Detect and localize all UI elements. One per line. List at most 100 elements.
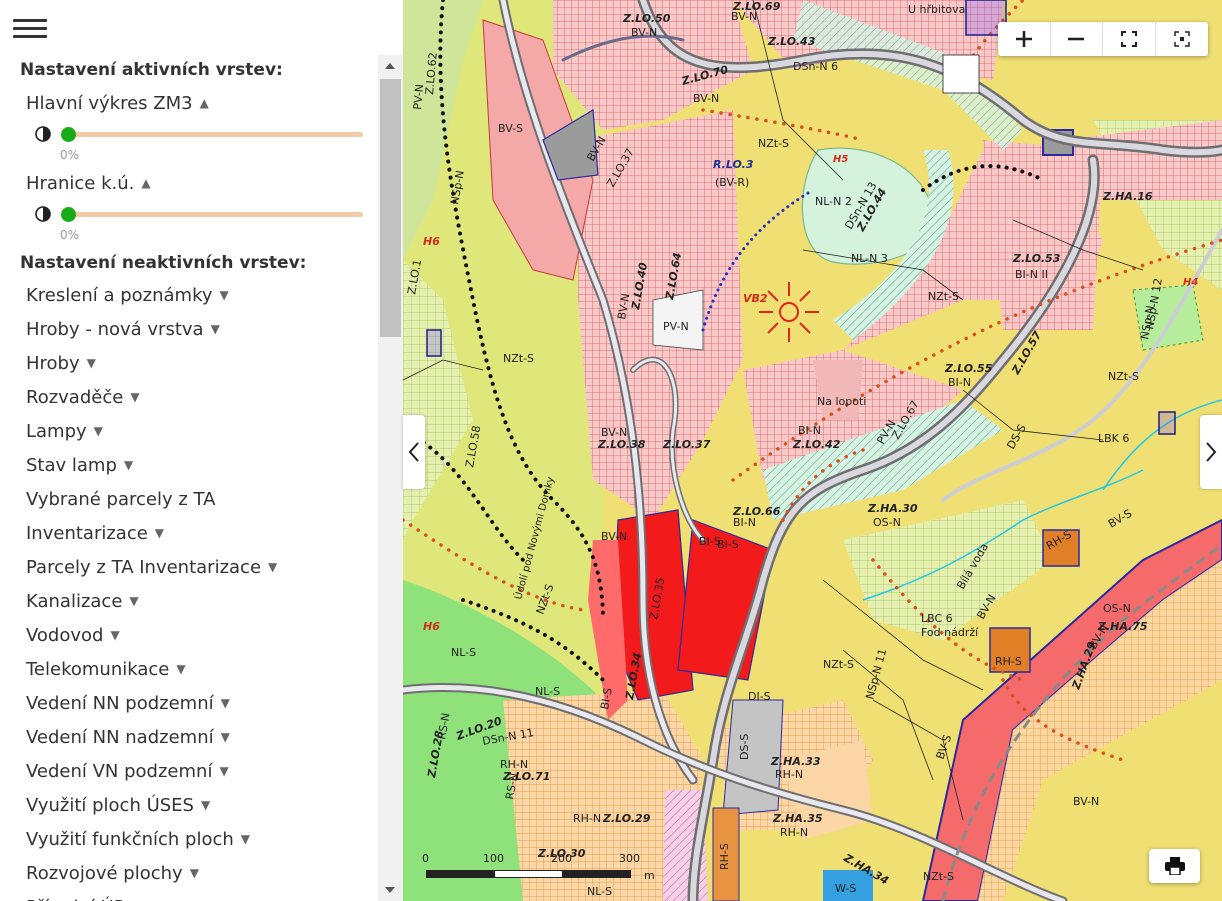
inactive-layer-item[interactable]: Parcely z TA Inventarizace ▼ (26, 557, 277, 578)
svg-text:BV-N: BV-N (1073, 795, 1099, 808)
scroll-down-icon[interactable] (385, 887, 395, 893)
scale-tick: 200 (551, 852, 572, 865)
svg-text:NZt-S: NZt-S (1108, 370, 1139, 383)
svg-text:Z.HA.30: Z.HA.30 (867, 502, 918, 515)
inactive-layer-item[interactable]: Vedení NN nadzemní ▼ (26, 727, 230, 748)
caret-down-icon[interactable]: ▼ (129, 594, 138, 608)
previous-button[interactable] (403, 415, 425, 489)
caret-down-icon[interactable]: ▼ (268, 560, 277, 574)
inactive-layer-item[interactable]: Využití funkčních ploch ▼ (26, 829, 250, 850)
active-layer-cadastral-boundary[interactable]: Hranice k.ú. ▲ (26, 173, 151, 194)
active-layers-title: Nastavení aktivních vrstev: (20, 60, 283, 80)
layer-panel: Nastavení aktivních vrstev: Hlavní výkre… (0, 0, 403, 901)
inactive-layer-item[interactable]: Vedení NN podzemní ▼ (26, 693, 230, 714)
zoom-in-button[interactable] (998, 22, 1051, 56)
opacity-control: 0% (34, 202, 363, 242)
svg-text:BI-N II: BI-N II (1015, 268, 1048, 281)
inactive-layer-item[interactable]: Vodovod ▼ (26, 625, 120, 646)
svg-text:Z.LO.50: Z.LO.50 (622, 12, 671, 25)
caret-down-icon[interactable]: ▼ (211, 322, 220, 336)
svg-text:Z.LO.42: Z.LO.42 (792, 438, 841, 451)
svg-text:DI-S: DI-S (748, 690, 771, 703)
caret-down-icon[interactable]: ▼ (110, 628, 119, 642)
caret-down-icon[interactable]: ▼ (176, 662, 185, 676)
scroll-up-icon[interactable] (385, 63, 395, 69)
inactive-layers-title: Nastavení neaktivních vrstev: (20, 253, 307, 273)
scale-unit: m (644, 869, 655, 882)
fullscreen-button[interactable] (1103, 22, 1156, 56)
opacity-slider[interactable] (61, 207, 363, 222)
inactive-layer-item[interactable]: Lampy ▼ (26, 421, 103, 442)
inactive-layer-item[interactable]: Vedení VN podzemní ▼ (26, 761, 229, 782)
scale-segment (563, 870, 631, 878)
panel-scrollbar[interactable] (378, 55, 403, 901)
caret-down-icon[interactable]: ▼ (155, 526, 164, 540)
inactive-layer-item[interactable]: Hroby ▼ (26, 353, 96, 374)
print-button[interactable] (1149, 849, 1200, 883)
layer-label: Parcely z TA Inventarizace (26, 557, 262, 578)
svg-text:R.LO.3: R.LO.3 (713, 158, 754, 171)
svg-text:NZt-S: NZt-S (503, 352, 534, 365)
svg-text:RH-S: RH-S (995, 655, 1022, 668)
svg-text:DSn-N 6: DSn-N 6 (793, 60, 838, 73)
caret-up-icon[interactable]: ▲ (141, 176, 150, 190)
layer-label: Hlavní výkres ZM3 (26, 93, 193, 114)
svg-text:H5: H5 (833, 154, 848, 165)
caret-down-icon[interactable]: ▼ (130, 390, 139, 404)
minus-icon (1068, 37, 1085, 41)
inactive-layer-item[interactable]: Telekomunikace ▼ (26, 659, 186, 680)
caret-down-icon[interactable]: ▼ (219, 764, 228, 778)
svg-text:VB2: VB2 (743, 292, 768, 305)
layer-label: Telekomunikace (26, 659, 170, 680)
active-layer-main-drawing[interactable]: Hlavní výkres ZM3 ▲ (26, 93, 209, 114)
inactive-layer-item[interactable]: Hroby - nová vrstva ▼ (26, 319, 220, 340)
opacity-slider-knob[interactable] (61, 127, 76, 142)
caret-up-icon[interactable]: ▲ (200, 96, 209, 110)
opacity-slider[interactable] (61, 127, 363, 142)
layer-label: Vedení NN podzemní (26, 693, 214, 714)
caret-down-icon[interactable]: ▼ (221, 730, 230, 744)
svg-text:H6: H6 (423, 235, 440, 248)
menu-icon[interactable] (13, 16, 47, 42)
map-toolbar (998, 22, 1208, 56)
inactive-layer-item[interactable]: Kanalizace ▼ (26, 591, 139, 612)
inactive-layer-item[interactable]: Stav lamp ▼ (26, 455, 133, 476)
svg-text:Na lopoti: Na lopoti (817, 395, 866, 408)
inactive-layer-item[interactable]: Kreslení a poznámky ▼ (26, 285, 229, 306)
zoom-out-button[interactable] (1051, 22, 1103, 56)
svg-text:PV-N: PV-N (663, 320, 689, 333)
zoom-to-extent-button[interactable] (1156, 22, 1209, 56)
caret-down-icon[interactable]: ▼ (87, 356, 96, 370)
svg-text:RH-S: RH-S (718, 843, 731, 870)
scale-tick: 100 (483, 852, 504, 865)
scrollbar-thumb[interactable] (380, 79, 401, 337)
fullscreen-icon (1120, 31, 1137, 47)
svg-text:Z.LO.29: Z.LO.29 (602, 812, 651, 825)
svg-text:BV-S: BV-S (498, 122, 523, 135)
svg-text:RH-N: RH-N (500, 758, 528, 771)
inactive-layer-item[interactable]: Rozvaděče ▼ (26, 387, 140, 408)
caret-down-icon[interactable]: ▼ (201, 798, 210, 812)
scale-segment (494, 870, 563, 878)
svg-text:NZt-S: NZt-S (928, 290, 959, 303)
svg-text:BI-N: BI-N (948, 376, 971, 389)
caret-down-icon[interactable]: ▼ (190, 866, 199, 880)
map-canvas[interactable]: Z.LO.50 Z.LO.69 Z.LO.43 Z.LO.70 R.LO.3 H… (403, 0, 1222, 901)
inactive-layer-item[interactable]: Využití ploch ÚSES ▼ (26, 795, 210, 816)
layer-label: Využití ploch ÚSES (26, 795, 194, 816)
svg-text:Z.LO.37: Z.LO.37 (662, 438, 711, 451)
caret-down-icon[interactable]: ▼ (221, 696, 230, 710)
inactive-layer-item[interactable]: Rozvojové plochy ▼ (26, 863, 199, 884)
inactive-layer-item[interactable]: Inventarizace ▼ (26, 523, 164, 544)
caret-down-icon[interactable]: ▼ (94, 424, 103, 438)
caret-down-icon[interactable]: ▼ (220, 288, 229, 302)
inactive-layer-item[interactable]: Vybrané parcely z TA (26, 489, 215, 510)
layer-label: Hroby - nová vrstva (26, 319, 204, 340)
opacity-slider-knob[interactable] (61, 207, 76, 222)
caret-down-icon[interactable]: ▼ (241, 832, 250, 846)
caret-down-icon[interactable]: ▼ (124, 458, 133, 472)
next-button[interactable] (1200, 415, 1222, 489)
svg-text:NZt-S: NZt-S (923, 870, 954, 883)
inactive-layer-item[interactable]: Přírodní ÚP▼ (26, 897, 141, 901)
svg-text:Z.LO.53: Z.LO.53 (1012, 252, 1061, 265)
